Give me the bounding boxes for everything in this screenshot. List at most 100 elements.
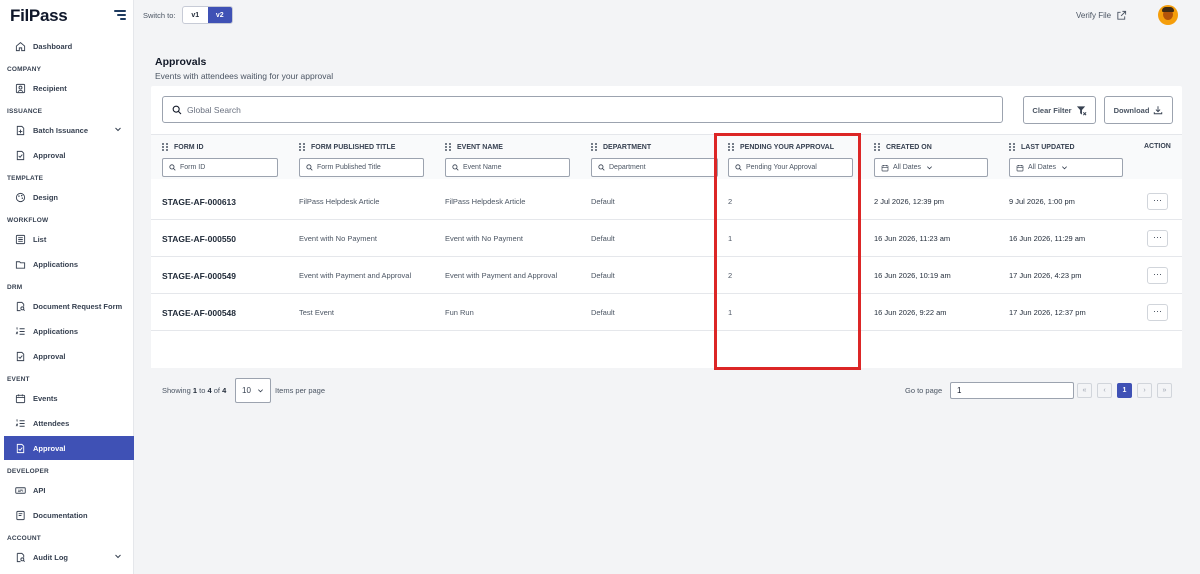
row-action-button[interactable]: ··· bbox=[1147, 267, 1168, 284]
column-header-form-id[interactable]: FORM ID bbox=[162, 143, 204, 151]
sidebar-item-dashboard[interactable]: Dashboard bbox=[4, 34, 134, 58]
drag-handle-icon[interactable] bbox=[445, 143, 451, 151]
document-search-icon bbox=[15, 552, 26, 563]
page-1-button[interactable]: 1 bbox=[1117, 383, 1132, 398]
table-row[interactable]: STAGE-AF-000550 Event with No Payment Ev… bbox=[151, 220, 1182, 257]
filter-updated-date[interactable]: All Dates bbox=[1009, 158, 1123, 177]
download-icon bbox=[1154, 106, 1163, 115]
book-icon bbox=[15, 510, 26, 521]
version-v1-button[interactable]: v1 bbox=[183, 7, 208, 23]
section-account: ACCOUNT bbox=[7, 535, 41, 542]
column-header-form-title[interactable]: FORM PUBLISHED TITLE bbox=[299, 143, 395, 151]
cell-form-id[interactable]: STAGE-AF-000549 bbox=[162, 257, 236, 294]
sidebar-item-api[interactable]: API API bbox=[4, 478, 134, 502]
download-button[interactable]: Download bbox=[1104, 96, 1173, 124]
sidebar-item-batch-issuance[interactable]: Batch Issuance bbox=[4, 118, 134, 142]
cell-form-id[interactable]: STAGE-AF-000613 bbox=[162, 183, 236, 220]
clear-filter-button[interactable]: Clear Filter bbox=[1023, 96, 1096, 124]
cell-event-name: Fun Run bbox=[445, 308, 474, 317]
api-icon: API bbox=[15, 485, 26, 496]
row-action-button[interactable]: ··· bbox=[1147, 304, 1168, 321]
menu-toggle-icon[interactable] bbox=[114, 10, 126, 20]
table-row[interactable]: STAGE-AF-000548 Test Event Fun Run Defau… bbox=[151, 294, 1182, 331]
sidebar-item-recipient[interactable]: Recipient bbox=[4, 76, 134, 100]
column-header-event-name[interactable]: EVENT NAME bbox=[445, 143, 503, 151]
document-search-icon bbox=[15, 301, 26, 312]
cell-form-id[interactable]: STAGE-AF-000548 bbox=[162, 294, 236, 331]
sidebar-item-label: Batch Issuance bbox=[33, 125, 89, 135]
filter-department[interactable]: Department bbox=[591, 158, 718, 177]
filter-form-id[interactable]: Form ID bbox=[162, 158, 278, 177]
search-icon bbox=[172, 105, 182, 114]
sidebar-item-label: Applications bbox=[33, 259, 79, 269]
filter-pending[interactable]: Pending Your Approval bbox=[728, 158, 853, 177]
cell-event-name: FilPass Helpdesk Article bbox=[445, 197, 526, 206]
drag-handle-icon[interactable] bbox=[162, 143, 168, 151]
sidebar-item-drm-applications[interactable]: Applications bbox=[4, 319, 134, 343]
verify-file-link[interactable]: Verify File bbox=[1076, 10, 1127, 21]
drag-handle-icon[interactable] bbox=[591, 143, 597, 151]
column-header-pending[interactable]: PENDING YOUR APPROVAL bbox=[728, 143, 834, 151]
last-page-button[interactable]: » bbox=[1157, 383, 1172, 398]
go-to-page-input[interactable]: 1 bbox=[950, 382, 1074, 399]
drag-handle-icon[interactable] bbox=[874, 143, 880, 151]
sidebar-item-document-request-form[interactable]: Document Request Form bbox=[4, 294, 134, 318]
section-issuance: ISSUANCE bbox=[7, 108, 43, 115]
version-switch: v1 v2 bbox=[182, 6, 233, 24]
sidebar-item-label: Attendees bbox=[33, 418, 70, 428]
sidebar-item-drm-approval[interactable]: Approval bbox=[4, 344, 134, 368]
svg-text:API: API bbox=[18, 488, 24, 492]
sidebar-item-label: API bbox=[33, 485, 46, 495]
first-page-button[interactable]: « bbox=[1077, 383, 1092, 398]
sidebar-item-issuance-approval[interactable]: Approval bbox=[4, 143, 134, 167]
sidebar-item-workflow-applications[interactable]: Applications bbox=[4, 252, 134, 276]
filter-form-title[interactable]: Form Published Title bbox=[299, 158, 424, 177]
column-header-action: ACTION bbox=[1144, 143, 1171, 150]
next-page-button[interactable]: › bbox=[1137, 383, 1152, 398]
filter-event-name[interactable]: Event Name bbox=[445, 158, 570, 177]
cell-created: 16 Jun 2026, 9:22 am bbox=[874, 308, 947, 317]
drag-handle-icon[interactable] bbox=[1009, 143, 1015, 151]
avatar[interactable] bbox=[1158, 5, 1178, 25]
drag-handle-icon[interactable] bbox=[299, 143, 305, 151]
section-company: COMPANY bbox=[7, 66, 42, 73]
cell-updated: 17 Jun 2026, 12:37 pm bbox=[1009, 308, 1086, 317]
version-v2-button[interactable]: v2 bbox=[207, 7, 232, 23]
clear-filter-label: Clear Filter bbox=[1032, 105, 1072, 115]
prev-page-button[interactable]: ‹ bbox=[1097, 383, 1112, 398]
sidebar-item-label: Audit Log bbox=[33, 552, 68, 562]
column-header-created[interactable]: CREATED ON bbox=[874, 143, 932, 151]
sidebar-item-list[interactable]: List bbox=[4, 227, 134, 251]
chevron-down-icon bbox=[115, 127, 121, 132]
section-developer: DEVELOPER bbox=[7, 468, 49, 475]
filter-created-date[interactable]: All Dates bbox=[874, 158, 988, 177]
search-icon bbox=[735, 164, 742, 171]
palette-icon bbox=[15, 192, 26, 203]
sidebar-item-events[interactable]: Events bbox=[4, 386, 134, 410]
sidebar: FilPass Dashboard COMPANY Recipient ISSU… bbox=[0, 0, 134, 574]
row-action-button[interactable]: ··· bbox=[1147, 230, 1168, 247]
cell-form-id[interactable]: STAGE-AF-000550 bbox=[162, 220, 236, 257]
page-title: Approvals bbox=[155, 56, 207, 68]
table-row[interactable]: STAGE-AF-000549 Event with Payment and A… bbox=[151, 257, 1182, 294]
column-header-updated[interactable]: LAST UPDATED bbox=[1009, 143, 1075, 151]
sidebar-item-attendees[interactable]: Attendees bbox=[4, 411, 134, 435]
column-header-department[interactable]: DEPARTMENT bbox=[591, 143, 651, 151]
chevron-down-icon bbox=[257, 389, 263, 393]
drag-handle-icon[interactable] bbox=[728, 143, 734, 151]
filpass-logo[interactable]: FilPass bbox=[10, 6, 68, 26]
items-per-page-label: Items per page bbox=[275, 386, 326, 395]
sidebar-item-documentation[interactable]: Documentation bbox=[4, 503, 134, 527]
sidebar-item-audit-log[interactable]: Audit Log bbox=[4, 545, 134, 569]
table-row[interactable]: STAGE-AF-000613 FilPass Helpdesk Article… bbox=[151, 183, 1182, 220]
row-action-button[interactable]: ··· bbox=[1147, 193, 1168, 210]
global-search-input[interactable]: Global Search bbox=[162, 96, 1003, 123]
sidebar-item-design[interactable]: Design bbox=[4, 185, 134, 209]
sidebar-item-event-approval[interactable]: Approval bbox=[4, 436, 134, 460]
cell-form-title: Test Event bbox=[299, 308, 335, 317]
cell-event-name: Event with No Payment bbox=[445, 234, 523, 243]
sidebar-item-label: Applications bbox=[33, 326, 79, 336]
cell-department: Default bbox=[591, 234, 615, 243]
items-per-page-select[interactable]: 10 bbox=[235, 378, 271, 403]
home-icon bbox=[15, 41, 26, 52]
